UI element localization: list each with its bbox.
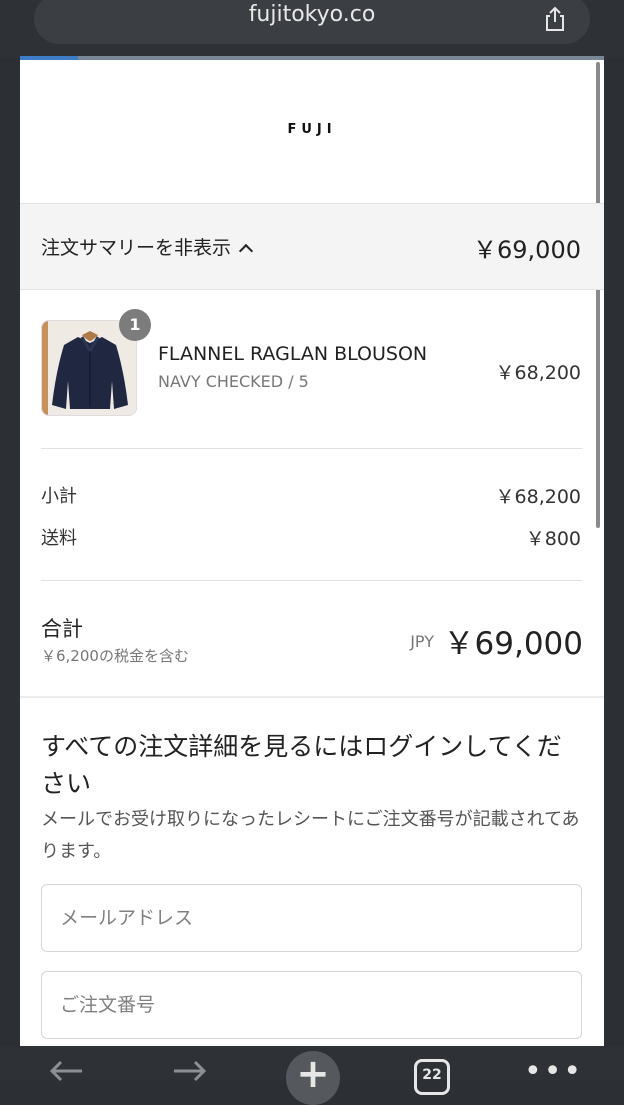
shipping-label: 送料 — [41, 528, 77, 549]
product-price: ￥68,200 — [495, 362, 581, 384]
forward-arrow-icon[interactable] — [172, 1060, 208, 1082]
currency-code: JPY — [410, 632, 434, 651]
summary-toggle-label: 注文サマリーを非表示 — [41, 237, 232, 259]
checkout-page: FUJI 注文サマリーを非表示 ￥69,000 1 FLANNEL RAGLAN… — [20, 60, 604, 1046]
plus-icon: + — [296, 1051, 330, 1097]
more-icon[interactable]: ••• — [524, 1057, 583, 1087]
login-description: メールでお受け取りになったレシートにご注文番号が記載されてあります。 — [41, 809, 580, 862]
total-amount: ￥69,000 — [443, 626, 583, 662]
email-field[interactable] — [41, 884, 582, 952]
product-variant: NAVY CHECKED / 5 — [158, 372, 309, 391]
summary-total: ￥69,000 — [473, 236, 581, 264]
share-icon[interactable] — [542, 6, 568, 32]
tax-note: ￥6,200の税金を含む — [41, 647, 189, 665]
chevron-up-icon — [238, 243, 254, 259]
address-bar[interactable]: fujitokyo.co — [34, 0, 590, 44]
product-name: FLANNEL RAGLAN BLOUSON — [158, 343, 428, 365]
tabs-icon[interactable]: 22 — [414, 1059, 450, 1095]
browser-top-bar: fujitokyo.co — [0, 0, 624, 60]
order-summary-bar: 注文サマリーを非表示 ￥69,000 — [20, 203, 604, 290]
divider — [41, 580, 582, 581]
section-separator — [20, 696, 604, 698]
shipping-value: ￥800 — [525, 528, 581, 550]
browser-bottom-toolbar: + 22 ••• — [0, 1046, 624, 1105]
new-tab-button[interactable]: + — [286, 1051, 340, 1105]
total-label: 合計 — [41, 617, 83, 641]
back-arrow-icon[interactable] — [48, 1060, 84, 1082]
url-text[interactable]: fujitokyo.co — [34, 2, 590, 27]
subtotal-value: ￥68,200 — [495, 486, 581, 508]
store-logo[interactable]: FUJI — [20, 122, 604, 137]
quantity-badge: 1 — [119, 309, 151, 341]
subtotal-label: 小計 — [41, 486, 77, 507]
divider — [41, 448, 582, 449]
hide-summary-toggle[interactable]: 注文サマリーを非表示 — [41, 233, 254, 260]
login-heading: すべての注文詳細を見るにはログインしてください — [41, 732, 562, 798]
order-number-field[interactable] — [41, 971, 582, 1039]
